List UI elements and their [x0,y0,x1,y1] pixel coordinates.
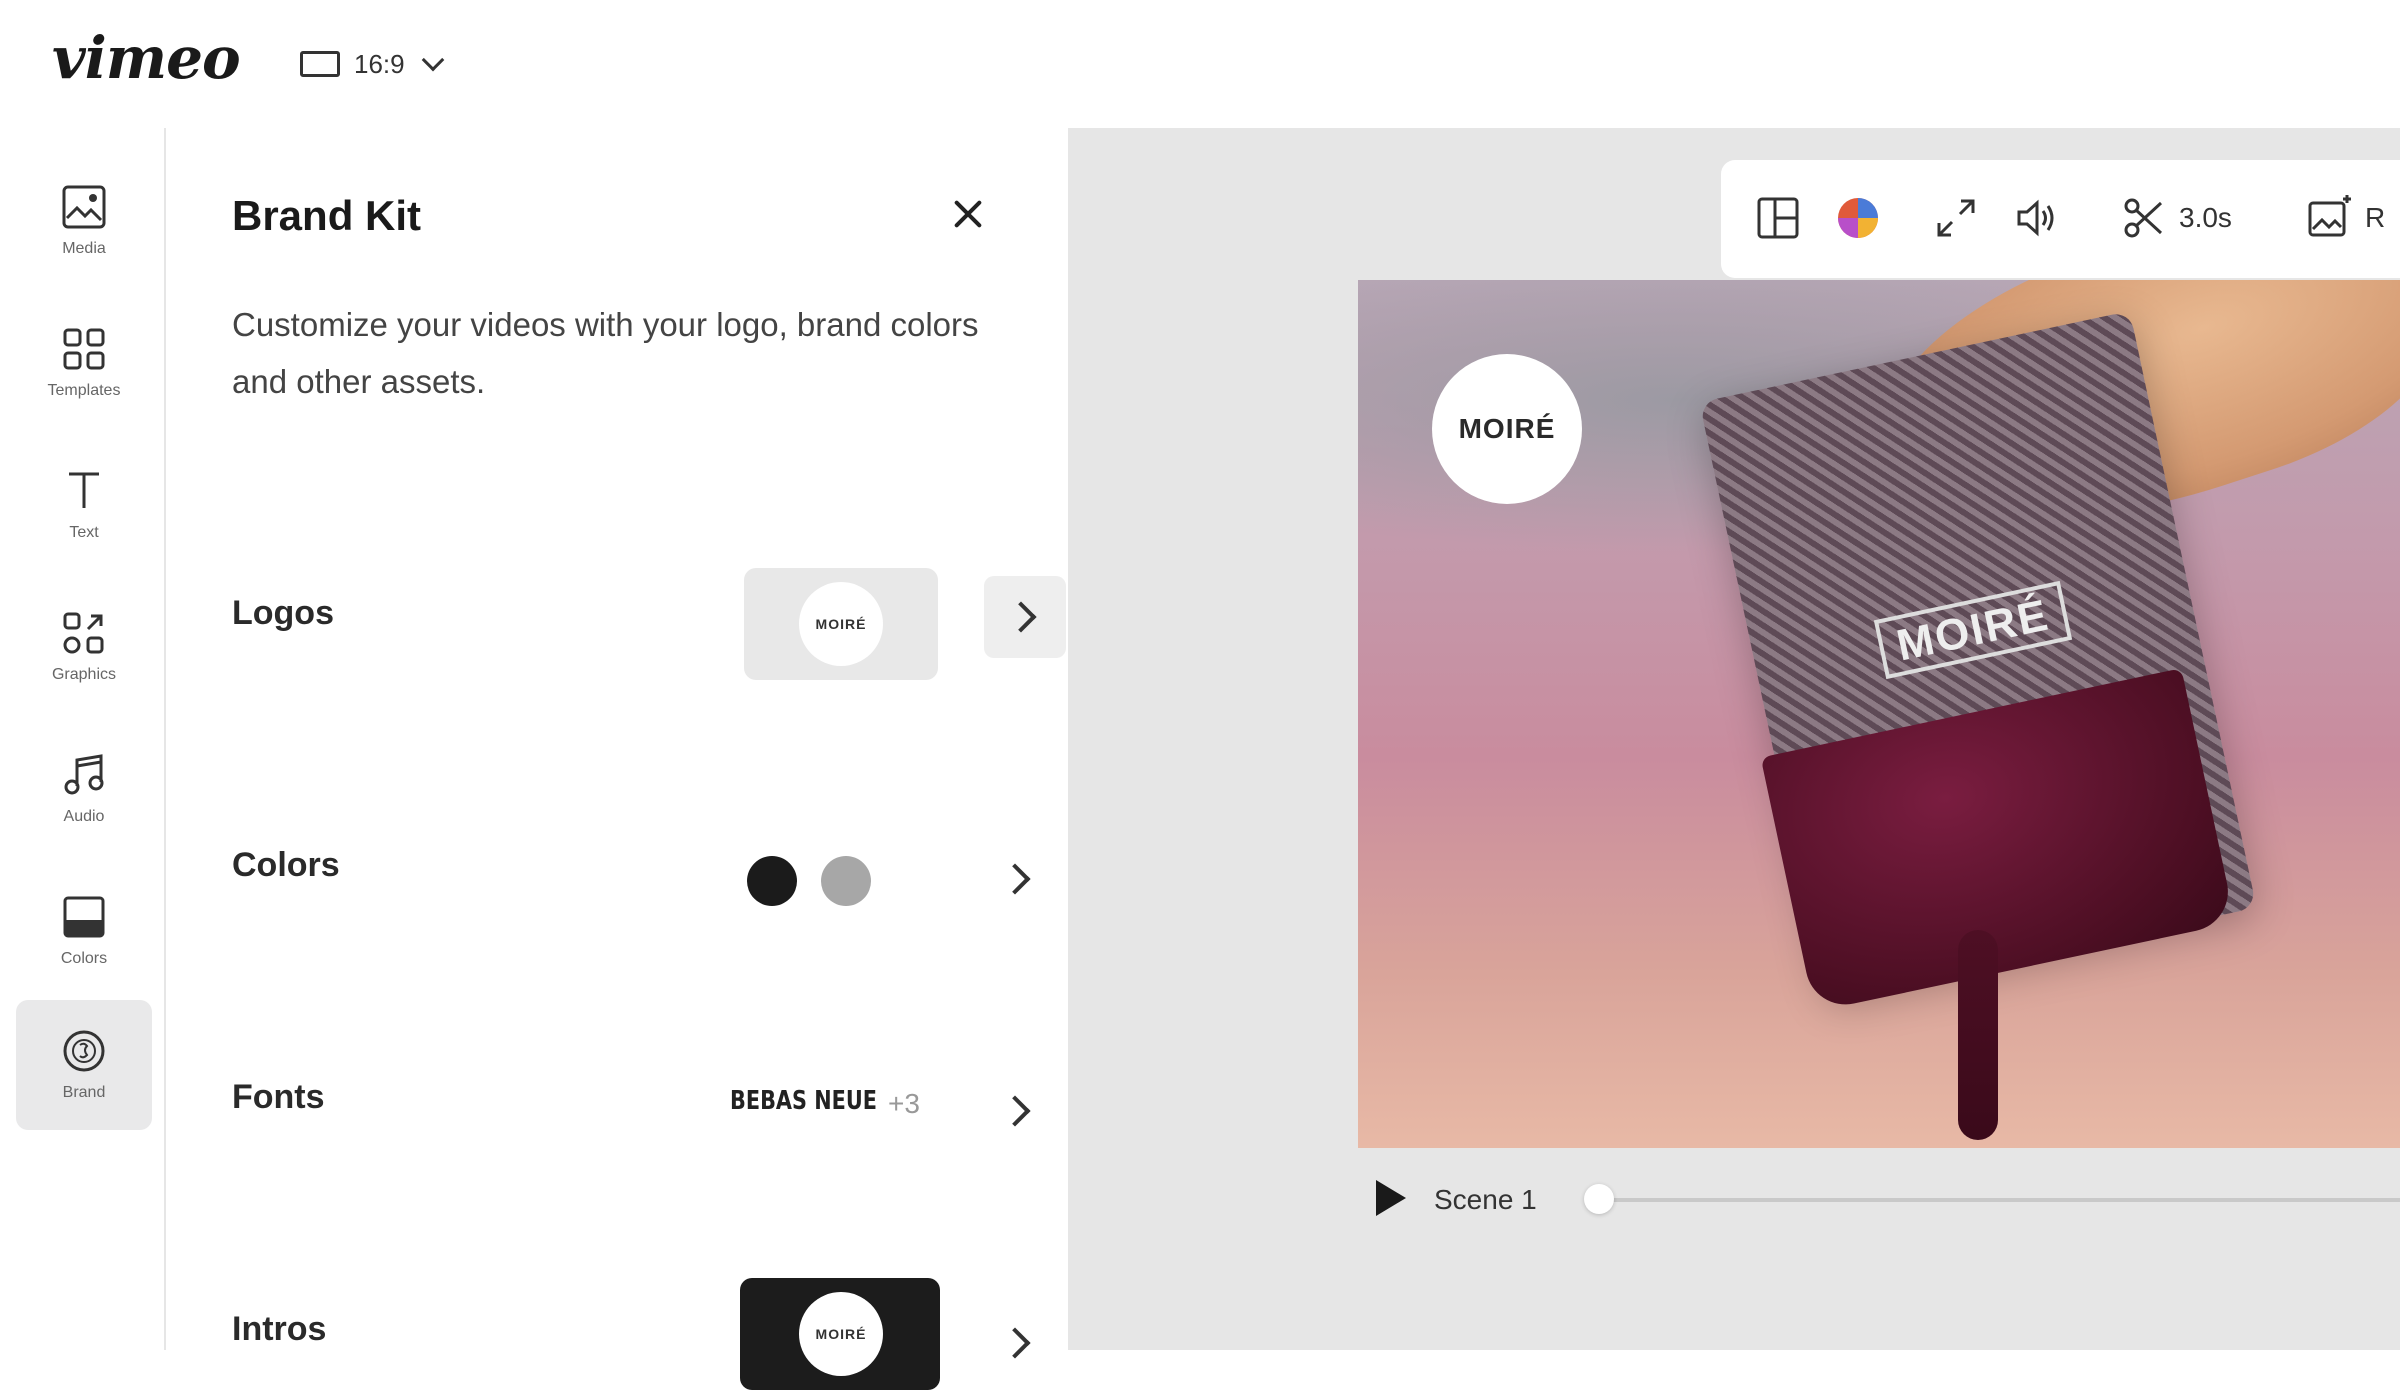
brand-row-intros[interactable]: Intros MOIRÉ [232,1270,1031,1390]
timeline-scrub-handle[interactable] [1584,1184,1614,1214]
rail-item-label: Text [69,524,99,541]
logo-thumbnail[interactable]: MOIRÉ [744,568,938,680]
volume-button[interactable] [2013,190,2059,246]
fonts-next-button[interactable] [999,1095,1034,1130]
rail-item-brand[interactable]: Brand [16,1000,152,1130]
row-label: Colors [232,846,340,884]
canvas-area: 3.0s R MOIRÉ MOIRÉ Scene 1 [1068,128,2400,1350]
rail-item-templates[interactable]: Templates [16,298,152,428]
color-wheel-icon [1838,198,1878,238]
grid-icon [63,328,105,370]
rail-item-label: Templates [47,382,121,399]
chevron-right-icon [999,1327,1031,1359]
duration-value: 3.0s [2179,202,2232,233]
replace-label-partial: R [2365,202,2386,233]
font-more-count: +3 [888,1088,920,1119]
intro-thumbnail-text: MOIRÉ [799,1292,883,1376]
brand-kit-panel: Brand Kit Customize your videos with you… [168,128,1068,1390]
image-icon [62,185,106,229]
shapes-icon [63,612,104,654]
aspect-ratio-value: 16:9 [354,48,405,79]
timeline-track[interactable] [1594,1198,2400,1202]
rail-item-media[interactable]: Media [16,156,152,286]
chevron-down-icon [421,48,444,72]
chevron-right-icon [999,1095,1031,1127]
rail-item-label: Colors [60,950,108,967]
brand-row-colors[interactable]: Colors [232,806,1031,926]
aspect-ratio-icon [300,51,340,77]
rail-item-label: Brand [62,1084,106,1101]
expand-button[interactable] [1933,190,1979,246]
expand-icon [1937,199,1975,237]
row-label: Intros [232,1310,327,1348]
scene-label: Scene 1 [1434,1184,1537,1215]
brand-logo-overlay[interactable]: MOIRÉ [1432,354,1582,504]
colors-next-button[interactable] [999,863,1034,898]
brand-icon [63,1030,105,1072]
color-fill-icon [63,896,105,938]
video-preview[interactable]: MOIRÉ MOIRÉ [1358,280,2400,1148]
replace-media-button[interactable]: R [2307,190,2385,246]
vimeo-logo[interactable]: vimeo [52,24,241,92]
play-icon[interactable] [1376,1180,1406,1216]
rail-item-colors[interactable]: Colors [16,866,152,996]
rail-item-text[interactable]: Text [16,440,152,570]
left-tool-rail: Media Templates Text Graphics Audio Colo… [0,128,166,1350]
color-picker-button[interactable] [1835,190,1881,246]
rail-item-label: Media [62,240,106,257]
brand-row-logos[interactable]: Logos MOIRÉ [232,554,1066,680]
panel-description: Customize your videos with your logo, br… [232,306,979,400]
rail-item-label: Graphics [51,666,117,683]
chevron-right-icon [1005,601,1037,633]
intro-thumbnail[interactable]: MOIRÉ [740,1278,940,1390]
row-label: Fonts [232,1078,325,1116]
canvas-toolbar: 3.0s R [1721,160,2400,278]
text-icon [69,472,99,508]
logos-next-button[interactable] [984,576,1066,658]
chevron-right-icon [999,863,1031,895]
font-sample: BEBAS NEUE [730,1086,877,1116]
scene-timeline: Scene 1 [1358,1168,2400,1228]
music-note-icon [64,754,104,795]
trim-duration-button[interactable]: 3.0s [2121,190,2232,246]
color-swatch[interactable] [821,856,871,906]
brand-row-fonts[interactable]: Fonts BEBAS NEUE +3 [232,1038,1031,1158]
volume-icon [2017,199,2054,237]
rail-item-label: Audio [63,808,105,825]
row-label: Logos [232,594,334,632]
intros-next-button[interactable] [999,1327,1034,1362]
layout-button[interactable] [1755,190,1801,246]
color-swatch[interactable] [747,856,797,906]
logo-thumbnail-text: MOIRÉ [799,582,883,666]
rail-item-audio[interactable]: Audio [16,724,152,854]
aspect-ratio-dropdown[interactable]: 16:9 [300,44,444,84]
rail-item-graphics[interactable]: Graphics [16,582,152,712]
scissors-icon [2124,198,2163,238]
top-bar: vimeo 16:9 [0,0,2400,128]
panel-title: Brand Kit [232,192,421,239]
layout-icon [1757,197,1799,239]
video-drip [1958,930,1998,1140]
replace-image-icon [2308,195,2351,237]
close-icon[interactable] [948,194,988,234]
